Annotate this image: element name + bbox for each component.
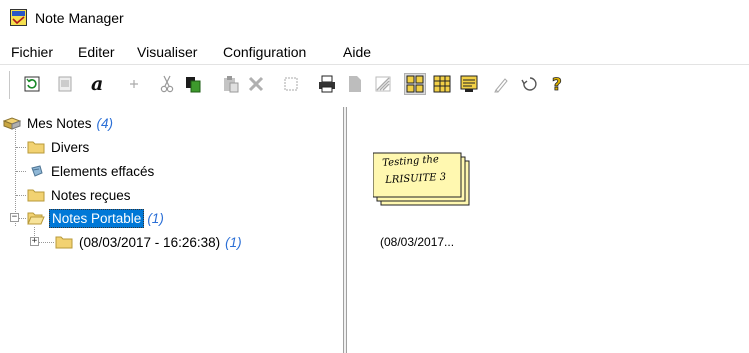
tree-item-mes-notes[interactable]: Mes Notes (4) (3, 113, 113, 133)
cut-icon (160, 75, 174, 93)
delete-button[interactable] (245, 73, 267, 95)
menu-bar: Fichier Editer Visualiser Configuration … (0, 40, 749, 64)
tree-item-divers[interactable]: Divers (27, 137, 91, 157)
menu-aide[interactable]: Aide (343, 44, 371, 60)
menu-editer[interactable]: Editer (78, 44, 115, 60)
print-icon (319, 75, 335, 93)
tree-label: Divers (51, 139, 90, 155)
copy-icon (186, 77, 201, 93)
help-button[interactable]: ? (547, 73, 569, 95)
paste-button[interactable] (220, 73, 242, 95)
recycle-bin-icon (31, 165, 43, 177)
edit-button[interactable] (491, 73, 513, 95)
refresh-button[interactable] (21, 73, 43, 95)
folder-icon (27, 141, 45, 154)
add-icon (130, 80, 138, 88)
undo-button[interactable] (518, 73, 540, 95)
cut-button[interactable] (156, 73, 178, 95)
copy-button[interactable] (182, 73, 204, 95)
folder-icon (55, 236, 73, 249)
large-icons-view-button[interactable] (404, 73, 426, 95)
paste-icon (224, 76, 239, 93)
small-icons-view-button[interactable] (431, 73, 453, 95)
notes-stack-icon (3, 117, 21, 130)
add-button[interactable] (123, 73, 145, 95)
refresh-icon (24, 76, 40, 92)
menu-configuration[interactable]: Configuration (223, 44, 306, 60)
tree-label: (08/03/2017 - 16:26:38) (79, 234, 221, 250)
expand-toggle[interactable]: + (30, 237, 39, 246)
app-icon (10, 9, 27, 26)
select-button[interactable] (280, 73, 302, 95)
tree-connector (16, 195, 26, 196)
help-icon: ? (552, 75, 563, 93)
large-icons-view-icon (406, 75, 424, 93)
printer-setup-button[interactable] (372, 73, 394, 95)
tree-item-notes-portable[interactable]: Notes Portable (1) (27, 208, 164, 228)
new-note-button[interactable] (54, 73, 76, 95)
tree-connector (16, 147, 26, 148)
collapse-toggle[interactable]: − (10, 213, 19, 222)
tree-item-notes-recues[interactable]: Notes reçues (27, 185, 133, 205)
edit-icon (494, 78, 508, 93)
window-title: Note Manager (35, 10, 124, 26)
folder-icon (27, 189, 45, 202)
delete-icon (248, 76, 264, 92)
tree-connector (16, 171, 26, 172)
page-icon (349, 76, 361, 92)
title-bar: Note Manager (0, 0, 749, 38)
font-button[interactable]: a (88, 73, 110, 95)
note-item[interactable]: Testing the LRISUITE 3 (372, 152, 473, 208)
svg-text:a: a (91, 74, 103, 94)
menu-visualiser[interactable]: Visualiser (137, 44, 197, 60)
note-caption: (08/03/2017... (380, 235, 455, 249)
print-button[interactable] (316, 73, 338, 95)
tree-label: Notes Portable (49, 208, 145, 228)
toolbar-grip[interactable] (9, 71, 12, 99)
svg-text:?: ? (552, 75, 562, 93)
note-count: (1) (225, 234, 242, 250)
note-count: (1) (147, 210, 164, 226)
printer-setup-icon (375, 76, 391, 92)
select-icon (284, 77, 298, 91)
notes-list-pane[interactable]: Testing the LRISUITE 3 (08/03/2017... (347, 107, 749, 353)
tree-label: Elements effacés (51, 163, 155, 179)
note-count: (4) (96, 115, 114, 131)
page-button[interactable] (344, 73, 366, 95)
tree-label: Mes Notes (27, 115, 92, 131)
open-folder-icon (27, 212, 45, 225)
toolbar-top-border (0, 64, 749, 65)
tree-item-session[interactable]: (08/03/2017 - 16:26:38) (1) (55, 232, 242, 252)
small-icons-view-icon (433, 75, 451, 93)
details-view-icon (460, 75, 478, 92)
undo-icon (521, 77, 537, 91)
menu-fichier[interactable]: Fichier (11, 44, 53, 60)
toolbar: a ? (0, 64, 749, 106)
new-note-icon (58, 76, 72, 92)
tree-item-elements-effaces[interactable]: Elements effacés (27, 161, 156, 181)
details-view-button[interactable] (458, 73, 480, 95)
font-icon: a (91, 74, 103, 94)
tree-label: Notes reçues (51, 187, 131, 203)
folder-tree-pane[interactable]: Mes Notes (4) Divers Elements effacés No… (0, 107, 343, 353)
